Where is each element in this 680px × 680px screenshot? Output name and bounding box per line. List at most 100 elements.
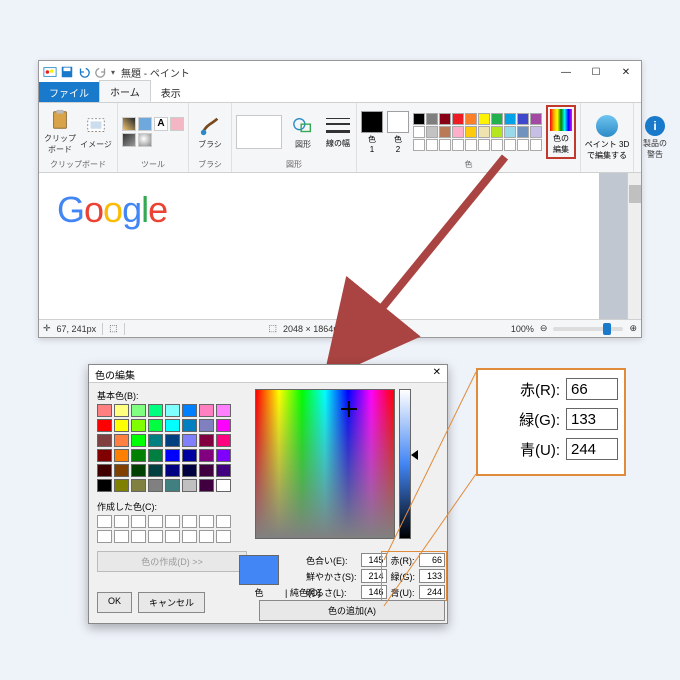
palette-swatch[interactable] — [478, 139, 490, 151]
ok-button[interactable]: OK — [97, 592, 132, 613]
palette-swatch[interactable] — [478, 126, 490, 138]
palette-swatch[interactable] — [504, 126, 516, 138]
basic-color-swatch[interactable] — [114, 479, 129, 492]
edit-colors-button[interactable]: 色の 編集 — [546, 105, 576, 159]
palette-swatch[interactable] — [504, 113, 516, 125]
zoom-green-input[interactable] — [566, 408, 618, 430]
basic-color-swatch[interactable] — [199, 419, 214, 432]
basic-color-swatch[interactable] — [148, 419, 163, 432]
basic-color-swatch[interactable] — [199, 479, 214, 492]
palette-swatch[interactable] — [426, 113, 438, 125]
basic-color-swatch[interactable] — [114, 419, 129, 432]
minimize-button[interactable]: — — [551, 61, 581, 83]
tab-file[interactable]: ファイル — [39, 82, 99, 102]
zoom-icon[interactable] — [138, 133, 152, 147]
color-gradient[interactable] — [255, 389, 395, 539]
basic-color-swatch[interactable] — [131, 449, 146, 462]
basic-color-swatch[interactable] — [131, 434, 146, 447]
brush-button[interactable]: ブラシ — [193, 115, 227, 150]
palette-swatch[interactable] — [413, 113, 425, 125]
palette-swatch[interactable] — [439, 113, 451, 125]
basic-color-swatch[interactable] — [148, 464, 163, 477]
basic-color-swatch[interactable] — [216, 464, 231, 477]
basic-color-swatch[interactable] — [199, 434, 214, 447]
zoom-red-input[interactable] — [566, 378, 618, 400]
palette-swatch[interactable] — [530, 126, 542, 138]
palette-swatch[interactable] — [478, 113, 490, 125]
fill-icon[interactable] — [138, 117, 152, 131]
tab-view[interactable]: 表示 — [151, 82, 191, 102]
zoom-slider[interactable] — [553, 327, 623, 331]
basic-color-swatch[interactable] — [97, 479, 112, 492]
basic-color-swatch[interactable] — [182, 449, 197, 462]
basic-color-swatch[interactable] — [199, 404, 214, 417]
luminance-bar[interactable] — [399, 389, 411, 539]
qat-dropdown-icon[interactable]: ▾ — [111, 68, 115, 77]
basic-color-swatch[interactable] — [165, 464, 180, 477]
basic-color-swatch[interactable] — [182, 464, 197, 477]
palette-swatch[interactable] — [491, 139, 503, 151]
color2-button[interactable]: 色 2 — [387, 111, 409, 154]
palette-swatch[interactable] — [465, 139, 477, 151]
zoom-out-button[interactable]: ⊖ — [540, 323, 548, 334]
basic-color-swatch[interactable] — [148, 449, 163, 462]
basic-color-swatch[interactable] — [97, 404, 112, 417]
sat-input[interactable] — [361, 569, 387, 583]
basic-color-swatch[interactable] — [165, 434, 180, 447]
palette-swatch[interactable] — [439, 139, 451, 151]
clipboard-button[interactable]: クリップ ボード — [43, 109, 77, 155]
basic-color-swatch[interactable] — [165, 404, 180, 417]
color-palette[interactable] — [413, 113, 542, 151]
basic-color-swatch[interactable] — [199, 464, 214, 477]
pencil-icon[interactable] — [122, 117, 136, 131]
palette-swatch[interactable] — [413, 139, 425, 151]
red-input[interactable] — [419, 553, 445, 567]
close-button[interactable]: ✕ — [611, 61, 641, 83]
basic-color-swatch[interactable] — [148, 404, 163, 417]
add-color-button[interactable]: 色の追加(A) — [259, 600, 445, 621]
palette-swatch[interactable] — [465, 126, 477, 138]
basic-color-swatch[interactable] — [114, 464, 129, 477]
basic-color-swatch[interactable] — [216, 449, 231, 462]
basic-color-swatch[interactable] — [165, 449, 180, 462]
basic-color-swatch[interactable] — [165, 479, 180, 492]
custom-colors-grid[interactable] — [97, 515, 247, 543]
basic-color-swatch[interactable] — [114, 404, 129, 417]
palette-swatch[interactable] — [452, 126, 464, 138]
green-input[interactable] — [419, 569, 445, 583]
undo-icon[interactable] — [77, 65, 91, 79]
palette-swatch[interactable] — [530, 139, 542, 151]
basic-color-swatch[interactable] — [148, 434, 163, 447]
basic-color-swatch[interactable] — [216, 419, 231, 432]
basic-color-swatch[interactable] — [165, 419, 180, 432]
zoom-in-button[interactable]: ⊕ — [629, 323, 637, 334]
basic-color-swatch[interactable] — [199, 449, 214, 462]
palette-swatch[interactable] — [426, 126, 438, 138]
stroke-width-button[interactable]: 線の幅 — [324, 116, 352, 149]
canvas[interactable]: Google — [39, 173, 599, 319]
cancel-button[interactable]: キャンセル — [138, 592, 205, 613]
maximize-button[interactable]: ☐ — [581, 61, 611, 83]
palette-swatch[interactable] — [517, 113, 529, 125]
basic-color-swatch[interactable] — [182, 419, 197, 432]
alerts-button[interactable]: i 製品の 警告 — [638, 116, 672, 160]
basic-color-swatch[interactable] — [216, 404, 231, 417]
zoom-blue-input[interactable] — [566, 438, 618, 460]
palette-swatch[interactable] — [504, 139, 516, 151]
basic-color-swatch[interactable] — [182, 434, 197, 447]
vertical-scrollbar[interactable] — [627, 173, 641, 319]
basic-color-swatch[interactable] — [97, 464, 112, 477]
basic-color-swatch[interactable] — [216, 479, 231, 492]
basic-color-swatch[interactable] — [97, 434, 112, 447]
redo-icon[interactable] — [94, 65, 108, 79]
basic-color-swatch[interactable] — [131, 404, 146, 417]
basic-color-swatch[interactable] — [97, 449, 112, 462]
palette-swatch[interactable] — [491, 126, 503, 138]
save-icon[interactable] — [60, 65, 74, 79]
tab-home[interactable]: ホーム — [99, 80, 151, 102]
basic-color-swatch[interactable] — [182, 404, 197, 417]
basic-color-swatch[interactable] — [97, 419, 112, 432]
palette-swatch[interactable] — [517, 126, 529, 138]
image-button[interactable]: イメージ — [79, 115, 113, 150]
basic-color-swatch[interactable] — [216, 434, 231, 447]
